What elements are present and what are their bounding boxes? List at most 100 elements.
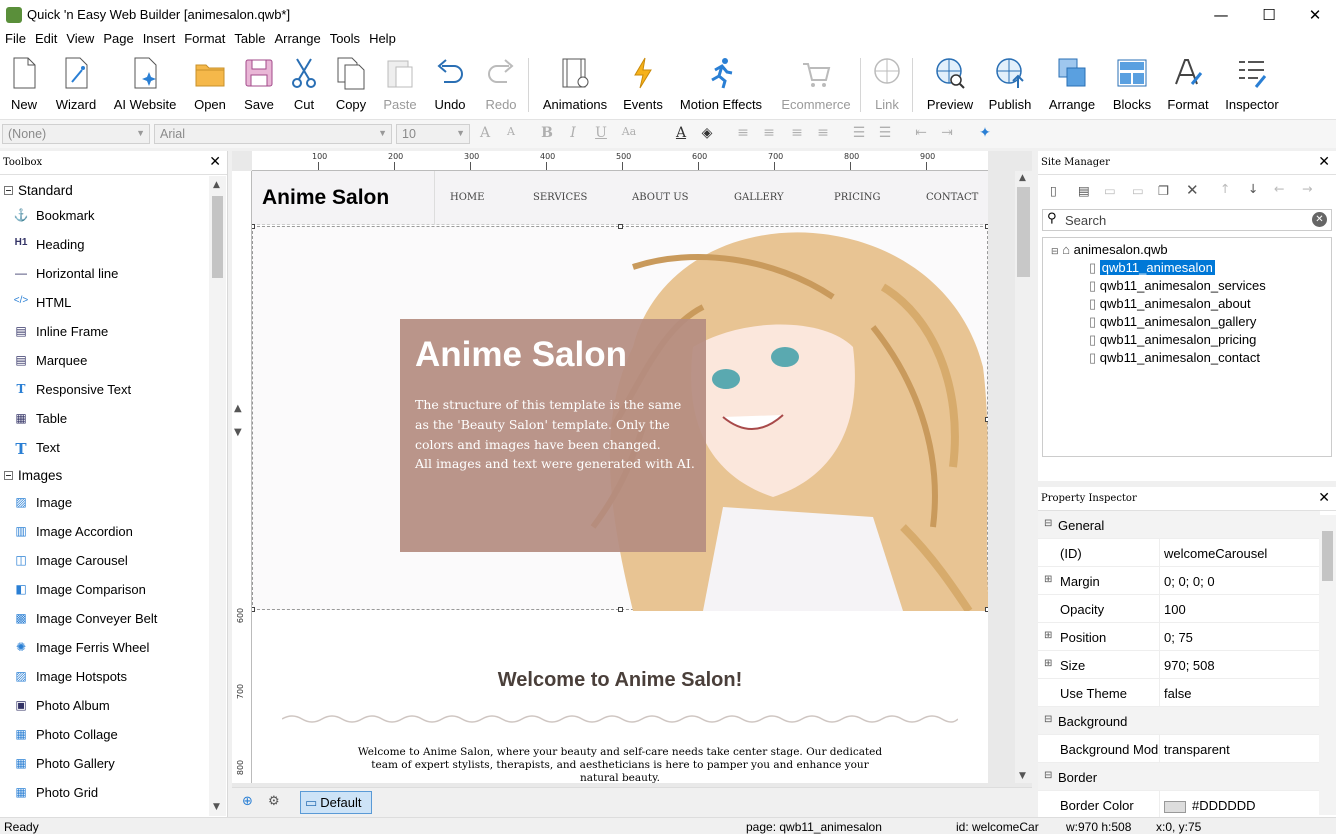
section-general[interactable]: ⊟ General (1038, 511, 1320, 539)
duplicate-icon[interactable]: ❐ (1158, 183, 1169, 198)
scroll-up-icon[interactable]: ▲ (213, 180, 220, 190)
prop-id[interactable]: (ID) welcomeCarousel (1038, 539, 1320, 567)
wizard-button[interactable]: Wizard (54, 56, 98, 116)
resize-handle[interactable] (618, 224, 623, 229)
toolbox-group-standard[interactable]: Standard (0, 175, 208, 201)
hero-text-box[interactable]: Anime Salon The structure of this templa… (400, 319, 706, 552)
bold-icon[interactable]: B (538, 125, 556, 143)
arrange-button[interactable]: Arrange (1048, 56, 1096, 116)
toolbox-item-bookmark[interactable]: ⚓ Bookmark (0, 201, 208, 230)
toolbox-item-responsive-text[interactable]: T Responsive Text (0, 375, 208, 404)
nav-home[interactable]: HOME (450, 192, 484, 203)
nav-contact[interactable]: CONTACT (926, 192, 978, 203)
toolbox-item-image-accordion[interactable]: ▥ Image Accordion (0, 517, 208, 546)
redo-button[interactable]: Redo (484, 56, 518, 116)
scroll-thumb[interactable] (212, 196, 223, 278)
nav-about[interactable]: ABOUT US (632, 192, 689, 203)
increase-font-icon[interactable]: A (476, 125, 494, 143)
toolbox-item-table[interactable]: ▦ Table (0, 404, 208, 433)
prop-value[interactable]: false (1160, 679, 1191, 706)
maximize-button[interactable]: ☐ (1246, 0, 1292, 30)
tree-page-about[interactable]: ▯ qwb11_animesalon_about (1089, 296, 1251, 312)
prop-position[interactable]: ⊞ Position 0; 75 (1038, 623, 1320, 651)
add-page-icon[interactable]: ⊕ (242, 794, 258, 810)
move-up-icon[interactable]: ↑ (1220, 181, 1230, 196)
font-size-select[interactable]: 10 ▼ (396, 124, 470, 144)
toolbox-item-image[interactable]: ▨ Image (0, 488, 208, 517)
move-left-icon[interactable]: ← (1274, 181, 1284, 196)
site-header[interactable]: Anime Salon HOME SERVICES ABOUT US GALLE… (252, 171, 988, 225)
decrease-font-icon[interactable]: A (502, 125, 520, 143)
close-icon[interactable]: ✕ (1318, 154, 1330, 170)
tree-page-qwb11-animesalon[interactable]: ▯ qwb11_animesalon (1089, 259, 1216, 276)
copy-button[interactable]: Copy (333, 56, 369, 116)
italic-icon[interactable]: I (564, 125, 582, 143)
toolbox-item-text[interactable]: T Text (0, 433, 208, 462)
new-page-icon[interactable]: ▯ (1050, 183, 1057, 198)
expand-icon[interactable]: ⊞ (1044, 630, 1052, 641)
inspector-button[interactable]: Inspector (1224, 56, 1280, 116)
expand-icon[interactable]: ⊞ (1044, 574, 1052, 585)
font-color-icon[interactable]: A (672, 125, 690, 143)
scroll-thumb[interactable] (1017, 187, 1030, 277)
canvas-scrollbar[interactable]: ▲ ▼ (1015, 171, 1032, 783)
prop-value[interactable]: 0; 0; 0; 0 (1160, 567, 1215, 594)
nav-pricing[interactable]: PRICING (834, 192, 881, 203)
toolbox-item-image-conveyer-belt[interactable]: ▩ Image Conveyer Belt (0, 604, 208, 633)
menu-format[interactable]: Format (184, 30, 234, 50)
font-family-select[interactable]: Arial ▼ (154, 124, 392, 144)
align-left-icon[interactable]: ≡ (734, 125, 752, 143)
toolbox-item-image-comparison[interactable]: ◧ Image Comparison (0, 575, 208, 604)
ecommerce-button[interactable]: Ecommerce (780, 56, 852, 116)
prop-value[interactable]: 0; 75 (1160, 623, 1193, 650)
resize-handle[interactable] (985, 224, 988, 229)
toolbox-item-marquee[interactable]: ▤ Marquee (0, 346, 208, 375)
toolbox-item-horizontal-line[interactable]: — Horizontal line (0, 259, 208, 288)
toolbox-item-image-hotspots[interactable]: ▨ Image Hotspots (0, 662, 208, 691)
resize-handle[interactable] (252, 607, 255, 612)
scroll-up-icon[interactable]: ▲ (1019, 173, 1026, 183)
animations-button[interactable]: Animations (542, 56, 608, 116)
menu-insert[interactable]: Insert (143, 30, 185, 50)
prop-opacity[interactable]: Opacity 100 (1038, 595, 1320, 623)
magic-icon[interactable]: ✦ (976, 125, 994, 143)
toolbox-item-html[interactable]: </> HTML (0, 288, 208, 317)
section-border[interactable]: ⊟ Border (1038, 763, 1320, 791)
tree-page-gallery[interactable]: ▯ qwb11_animesalon_gallery (1089, 314, 1256, 330)
menu-file[interactable]: File (5, 30, 35, 50)
tree-page-pricing[interactable]: ▯ qwb11_animesalon_pricing (1089, 332, 1256, 348)
cut-button[interactable]: Cut (288, 56, 320, 116)
toolbox-item-photo-grid[interactable]: ▦ Photo Grid (0, 778, 208, 807)
prop-value[interactable]: 100 (1160, 595, 1186, 622)
open-button[interactable]: Open (192, 56, 228, 116)
toolbox-scrollbar[interactable]: ▲ ▼ (209, 176, 226, 816)
tab-default[interactable]: ▭ Default (300, 791, 372, 814)
arrow-up-icon[interactable]: ▲ (234, 403, 242, 414)
page-settings-icon[interactable]: ⚙ (268, 794, 284, 810)
change-case-icon[interactable]: Aa (620, 125, 638, 143)
inspector-scrollbar[interactable] (1319, 515, 1336, 815)
resize-handle[interactable] (985, 607, 988, 612)
motion-effects-button[interactable]: Motion Effects (678, 56, 764, 116)
align-justify-icon[interactable]: ≡ (814, 125, 832, 143)
site-search[interactable]: ⚲ Search ✕ (1042, 209, 1332, 231)
close-icon[interactable]: ✕ (1318, 490, 1330, 506)
delete-icon[interactable]: ✕ (1186, 181, 1199, 199)
section-background[interactable]: ⊟ Background (1038, 707, 1320, 735)
arrow-down-icon[interactable]: ▼ (234, 427, 242, 438)
menu-page[interactable]: Page (103, 30, 142, 50)
tree-page-services[interactable]: ▯ qwb11_animesalon_services (1089, 278, 1266, 294)
toolbox-group-images[interactable]: Images (0, 462, 208, 488)
toolbox-item-photo-collage[interactable]: ▦ Photo Collage (0, 720, 208, 749)
folder-settings-icon[interactable]: ▭ (1132, 183, 1144, 198)
close-button[interactable]: ✕ (1292, 0, 1336, 30)
events-button[interactable]: Events (623, 56, 663, 116)
align-center-icon[interactable]: ≡ (760, 125, 778, 143)
tree-root[interactable]: ⊟ ⌂ animesalon.qwb (1051, 242, 1168, 257)
scroll-down-icon[interactable]: ▼ (1019, 771, 1026, 781)
publish-button[interactable]: Publish (988, 56, 1032, 116)
close-icon[interactable]: ✕ (209, 154, 221, 170)
preview-button[interactable]: Preview (926, 56, 974, 116)
page-list-icon[interactable]: ▤ (1078, 183, 1090, 198)
nav-services[interactable]: SERVICES (533, 192, 587, 203)
